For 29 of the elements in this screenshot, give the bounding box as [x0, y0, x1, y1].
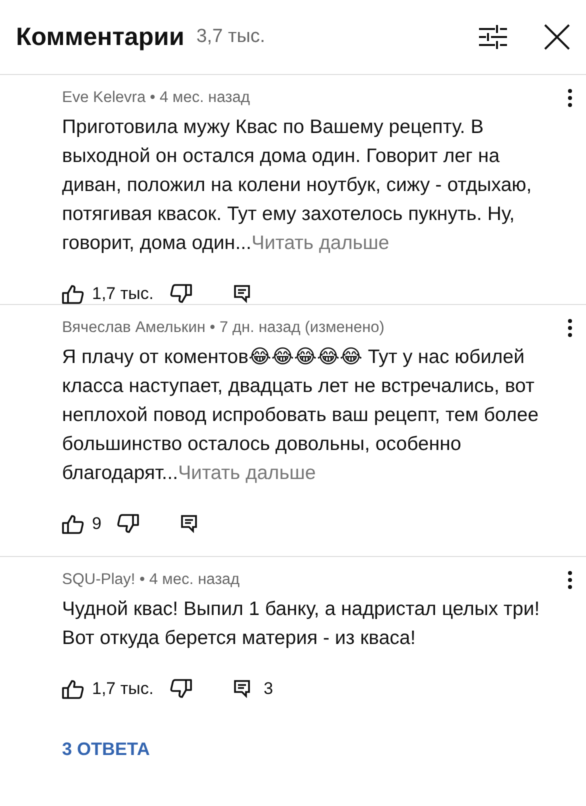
- more-options-icon[interactable]: [568, 571, 572, 589]
- close-icon[interactable]: [544, 24, 570, 50]
- panel-title: Комментарии: [16, 22, 184, 52]
- comment-text: Приготовила мужу Квас по Вашему рецепту. В выходной он остался дома один. Говорит лег на диван, положил на колени ноутбук, сижу - отдыхаю, потягивая квасок. Тут ему захотелось пукнуть. Ну, говорит, дома один...Читать дальше: [62, 115, 533, 256]
- dislike-icon[interactable]: [170, 284, 192, 304]
- like-icon[interactable]: [62, 514, 84, 534]
- comment-meta: SQU-Play! • 4 мес. назад: [62, 571, 240, 589]
- comment-text: Чудной квас! Выпил 1 банку, а надристал целых три! Вот откуда берется материя - из кваса!: [62, 597, 541, 651]
- dislike-icon[interactable]: [170, 679, 192, 699]
- reply-icon[interactable]: [181, 515, 198, 533]
- reply-icon[interactable]: [234, 285, 250, 303]
- reply-count: 3: [264, 679, 274, 699]
- comment-meta: Вячеслав Амелькин • 7 дн. назад (изменено): [62, 319, 384, 337]
- comment-text: Я плачу от коментов😂😂😂😂😂 Тут у нас юбилей класса наступает, двадцать лет не встречались, вот неплохой повод испробовать ваш рецепт, тем более большинство осталось довольны, особенно благодарят...Читать дальше: [62, 345, 540, 486]
- more-options-icon[interactable]: [568, 319, 572, 337]
- reply-icon[interactable]: [234, 680, 250, 698]
- dislike-icon[interactable]: [117, 514, 140, 534]
- like-count: 9: [92, 514, 102, 534]
- like-count: 1,7 тыс.: [92, 679, 154, 699]
- like-count: 1,7 тыс.: [92, 284, 154, 304]
- comment-meta: Eve Kelevra • 4 мес. назад: [62, 89, 250, 107]
- read-more-link[interactable]: Читать дальше: [251, 232, 390, 254]
- more-options-icon[interactable]: [568, 89, 572, 107]
- filter-icon[interactable]: [478, 24, 508, 50]
- like-icon[interactable]: [62, 284, 84, 304]
- like-icon[interactable]: [62, 679, 84, 699]
- replies-link[interactable]: 3 ОТВЕТА: [62, 739, 150, 760]
- comment-count: 3,7 тыс.: [196, 26, 266, 48]
- read-more-link[interactable]: Читать дальше: [178, 462, 316, 484]
